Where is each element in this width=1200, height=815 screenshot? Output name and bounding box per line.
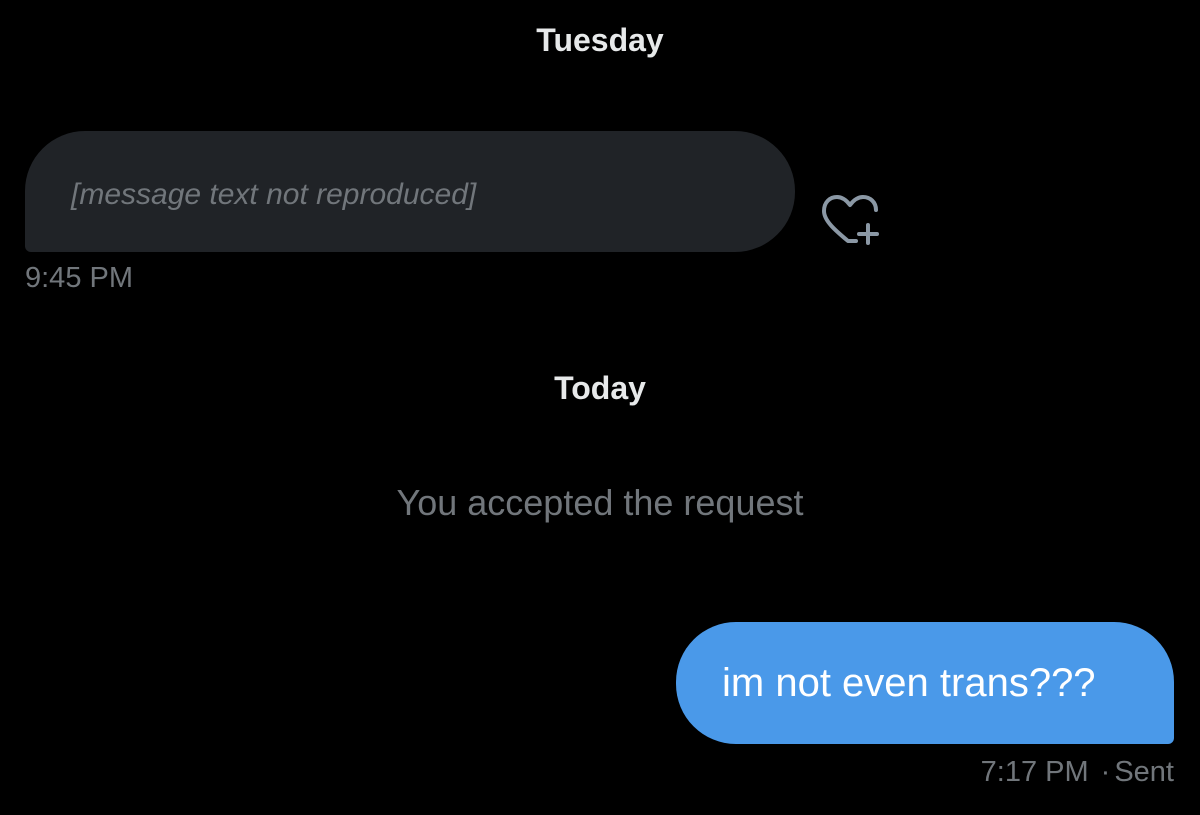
day-separator-today: Today [554, 370, 646, 406]
sent-message-text: im not even trans??? [722, 661, 1096, 705]
react-button[interactable] [818, 191, 884, 249]
sent-message-bubble[interactable]: im not even trans??? [676, 622, 1174, 744]
separator-dot: · [1100, 756, 1111, 788]
received-message-timestamp: 9:45 PM [25, 262, 133, 294]
day-separator-tuesday: Tuesday [536, 22, 664, 58]
request-accepted-note: You accepted the request [396, 482, 804, 523]
received-message-text: [message text not reproduced] [71, 178, 477, 211]
received-message-bubble[interactable]: [message text not reproduced] [25, 131, 795, 252]
sent-message-timestamp: 7:17 PM [980, 756, 1089, 788]
heart-plus-icon [822, 195, 879, 245]
sent-message-meta: 7:17 PM · Sent [981, 756, 1174, 789]
sent-status: Sent [1114, 756, 1174, 788]
